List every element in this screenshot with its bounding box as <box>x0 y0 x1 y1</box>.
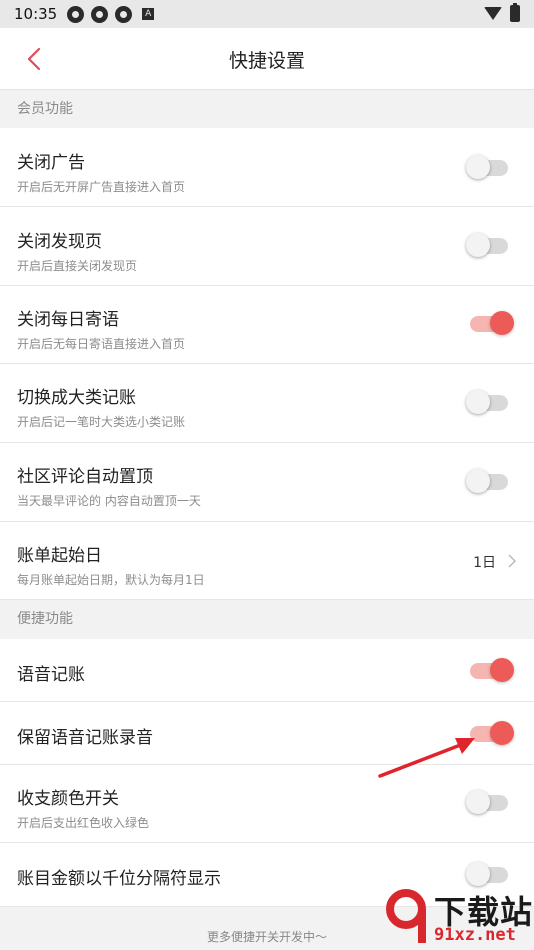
toggle-knob <box>466 862 490 886</box>
toggle-knob <box>490 721 514 745</box>
setting-desc: 开启后直接关闭发现页 <box>17 259 138 273</box>
toggle-knob <box>466 155 490 179</box>
setting-row-bill-start-day[interactable]: 账单起始日 每月账单起始日期，默认为每月1日 1日 <box>0 522 534 600</box>
toggle-knob <box>490 311 514 335</box>
setting-row-close-discover[interactable]: 关闭发现页 开启后直接关闭发现页 <box>0 207 534 286</box>
status-bar: 10:35 A <box>0 0 534 28</box>
toggle-income-expense-color[interactable] <box>466 790 508 814</box>
toggle-close-discover[interactable] <box>466 233 508 257</box>
toggle-knob <box>466 233 490 257</box>
setting-title: 保留语音记账录音 <box>17 728 153 748</box>
toggle-knob <box>490 658 514 682</box>
notification-icon <box>91 5 109 23</box>
setting-desc: 开启后记一笔时大类选小类记账 <box>17 415 186 429</box>
setting-row-close-ads[interactable]: 关闭广告 开启后无开屏广告直接进入首页 <box>0 128 534 207</box>
setting-desc: 开启后支出红色收入绿色 <box>17 816 150 830</box>
setting-title: 语音记账 <box>17 665 85 685</box>
toggle-knob <box>466 469 490 493</box>
toggle-comment-pin[interactable] <box>466 469 508 493</box>
setting-row-voice-entry[interactable]: 语音记账 <box>0 639 534 702</box>
setting-row-close-daily-quote[interactable]: 关闭每日寄语 开启后无每日寄语直接进入首页 <box>0 286 534 364</box>
toggle-knob <box>466 790 490 814</box>
nav-bar: 快捷设置 <box>0 28 534 90</box>
setting-desc: 当天最早评论的 内容自动置顶一天 <box>17 494 201 508</box>
battery-icon <box>510 3 520 22</box>
wifi-icon <box>484 7 502 20</box>
setting-title: 收支颜色开关 <box>17 789 119 809</box>
toggle-close-daily-quote[interactable] <box>470 311 514 335</box>
watermark: 下载站 91xz.net <box>386 885 534 950</box>
toggle-category-mode[interactable] <box>466 390 508 414</box>
notification-icon <box>115 5 133 23</box>
setting-title: 账单起始日 <box>17 546 102 566</box>
setting-title: 关闭发现页 <box>17 232 102 252</box>
setting-title: 社区评论自动置顶 <box>17 467 153 487</box>
setting-desc: 开启后无每日寄语直接进入首页 <box>17 337 186 351</box>
setting-title: 切换成大类记账 <box>17 388 136 408</box>
annotation-arrow-icon <box>378 738 475 778</box>
setting-desc: 每月账单起始日期，默认为每月1日 <box>17 573 205 587</box>
setting-title: 关闭广告 <box>17 153 85 173</box>
setting-desc: 开启后无开屏广告直接进入首页 <box>17 180 186 194</box>
page-title: 快捷设置 <box>228 50 305 72</box>
bill-start-day-value: 1日 <box>473 555 496 571</box>
setting-title: 账目金额以千位分隔符显示 <box>17 869 221 889</box>
status-time: 10:35 <box>14 5 58 23</box>
setting-row-category-mode[interactable]: 切换成大类记账 开启后记一笔时大类选小类记账 <box>0 364 534 443</box>
toggle-voice-entry[interactable] <box>470 658 514 682</box>
setting-row-comment-pin[interactable]: 社区评论自动置顶 当天最早评论的 内容自动置顶一天 <box>0 443 534 522</box>
section-header-member: 会员功能 <box>0 90 534 128</box>
section-header-convenience: 便捷功能 <box>0 600 534 639</box>
watermark-logo-icon <box>386 889 426 943</box>
toggle-thousands-separator[interactable] <box>466 862 508 886</box>
chevron-right-icon <box>508 554 516 568</box>
setting-title: 关闭每日寄语 <box>17 310 119 330</box>
a-badge-icon: A <box>142 8 155 20</box>
toggle-knob <box>466 390 490 414</box>
toggle-close-ads[interactable] <box>466 155 508 179</box>
notification-icon <box>67 5 85 23</box>
watermark-url: 91xz.net <box>434 925 516 945</box>
